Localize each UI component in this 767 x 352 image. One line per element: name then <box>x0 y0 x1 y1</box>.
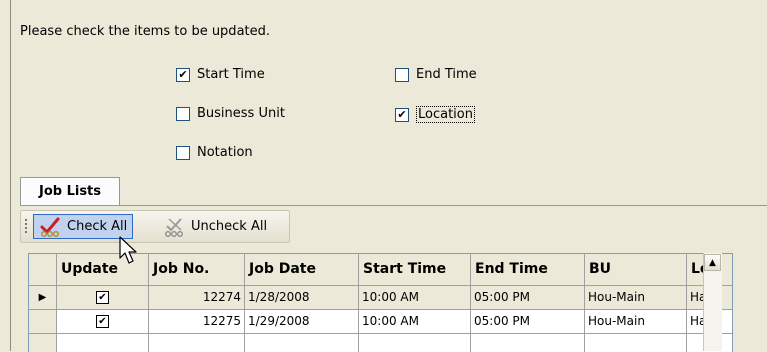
location-label: Location <box>416 106 475 123</box>
column-header-job-no[interactable]: Job No. <box>149 254 245 285</box>
column-header-start-time[interactable]: Start Time <box>359 254 471 285</box>
start-time-check-box[interactable]: ✔ <box>176 67 190 82</box>
update-cell[interactable]: ✔ <box>57 286 149 309</box>
uncheck-all-button[interactable]: Uncheck All <box>158 214 272 239</box>
location-checkbox[interactable]: ✔ Location <box>395 106 475 123</box>
bu-cell[interactable]: Hou-Main <box>585 286 687 309</box>
job-no-cell[interactable] <box>149 334 245 352</box>
update-cell[interactable]: ✔ <box>57 310 149 333</box>
job-date-cell[interactable] <box>245 334 359 352</box>
end-time-cell[interactable]: 05:00 PM <box>471 286 585 309</box>
start-time-checkbox[interactable]: ✔ Start Time <box>176 67 265 82</box>
business-unit-checkbox[interactable]: Business Unit <box>176 106 285 121</box>
scroll-up-arrow-icon[interactable]: ▲ <box>704 254 721 271</box>
row-header-corner <box>29 254 57 285</box>
notation-checkbox[interactable]: Notation <box>176 145 253 160</box>
end-time-label: End Time <box>416 67 477 82</box>
end-time-check-box[interactable] <box>395 67 409 82</box>
uncheck-all-icon <box>165 217 183 237</box>
grid-toolbar: Check All Uncheck All <box>20 210 290 243</box>
table-row[interactable]: ✔ 12275 1/29/2008 10:00 AM 05:00 PM Hou-… <box>29 310 732 334</box>
grid-vertical-scrollbar[interactable]: ▲ <box>703 253 722 351</box>
location-check-box[interactable]: ✔ <box>395 107 409 122</box>
table-row[interactable] <box>29 334 732 352</box>
end-time-cell[interactable] <box>471 334 585 352</box>
tab-strip: Job Lists <box>20 177 767 206</box>
column-header-end-time[interactable]: End Time <box>471 254 585 285</box>
current-row-indicator-icon: ▶ <box>29 286 57 309</box>
start-time-cell[interactable]: 10:00 AM <box>359 286 471 309</box>
tab-job-lists[interactable]: Job Lists <box>20 177 120 205</box>
update-cell[interactable] <box>57 334 149 352</box>
notation-check-box[interactable] <box>176 145 190 160</box>
instruction-text: Please check the items to be updated. <box>20 24 271 39</box>
uncheck-all-label: Uncheck All <box>191 219 268 234</box>
bu-cell[interactable] <box>585 334 687 352</box>
job-date-cell[interactable]: 1/29/2008 <box>245 310 359 333</box>
job-no-cell[interactable]: 12275 <box>149 310 245 333</box>
check-all-icon <box>40 217 60 237</box>
row-header[interactable] <box>29 310 57 333</box>
bu-cell[interactable]: Hou-Main <box>585 310 687 333</box>
start-time-cell[interactable] <box>359 334 471 352</box>
column-header-job-date[interactable]: Job Date <box>245 254 359 285</box>
start-time-label: Start Time <box>197 67 265 82</box>
business-unit-check-box[interactable] <box>176 106 190 121</box>
check-all-label: Check All <box>67 219 128 234</box>
update-checkbox[interactable]: ✔ <box>96 315 109 328</box>
business-unit-label: Business Unit <box>197 106 285 121</box>
job-list-grid[interactable]: Update Job No. Job Date Start Time End T… <box>28 253 733 352</box>
end-time-cell[interactable]: 05:00 PM <box>471 310 585 333</box>
job-no-cell[interactable]: 12274 <box>149 286 245 309</box>
job-date-cell[interactable]: 1/28/2008 <box>245 286 359 309</box>
start-time-cell[interactable]: 10:00 AM <box>359 310 471 333</box>
row-header[interactable] <box>29 334 57 352</box>
table-row[interactable]: ▶ ✔ 12274 1/28/2008 10:00 AM 05:00 PM Ho… <box>29 286 732 310</box>
update-checkbox[interactable]: ✔ <box>96 291 109 304</box>
toolbar-grip[interactable] <box>25 219 27 235</box>
notation-label: Notation <box>197 145 253 160</box>
column-header-bu[interactable]: BU <box>585 254 687 285</box>
end-time-checkbox[interactable]: End Time <box>395 67 477 82</box>
mouse-pointer-icon <box>119 236 137 264</box>
